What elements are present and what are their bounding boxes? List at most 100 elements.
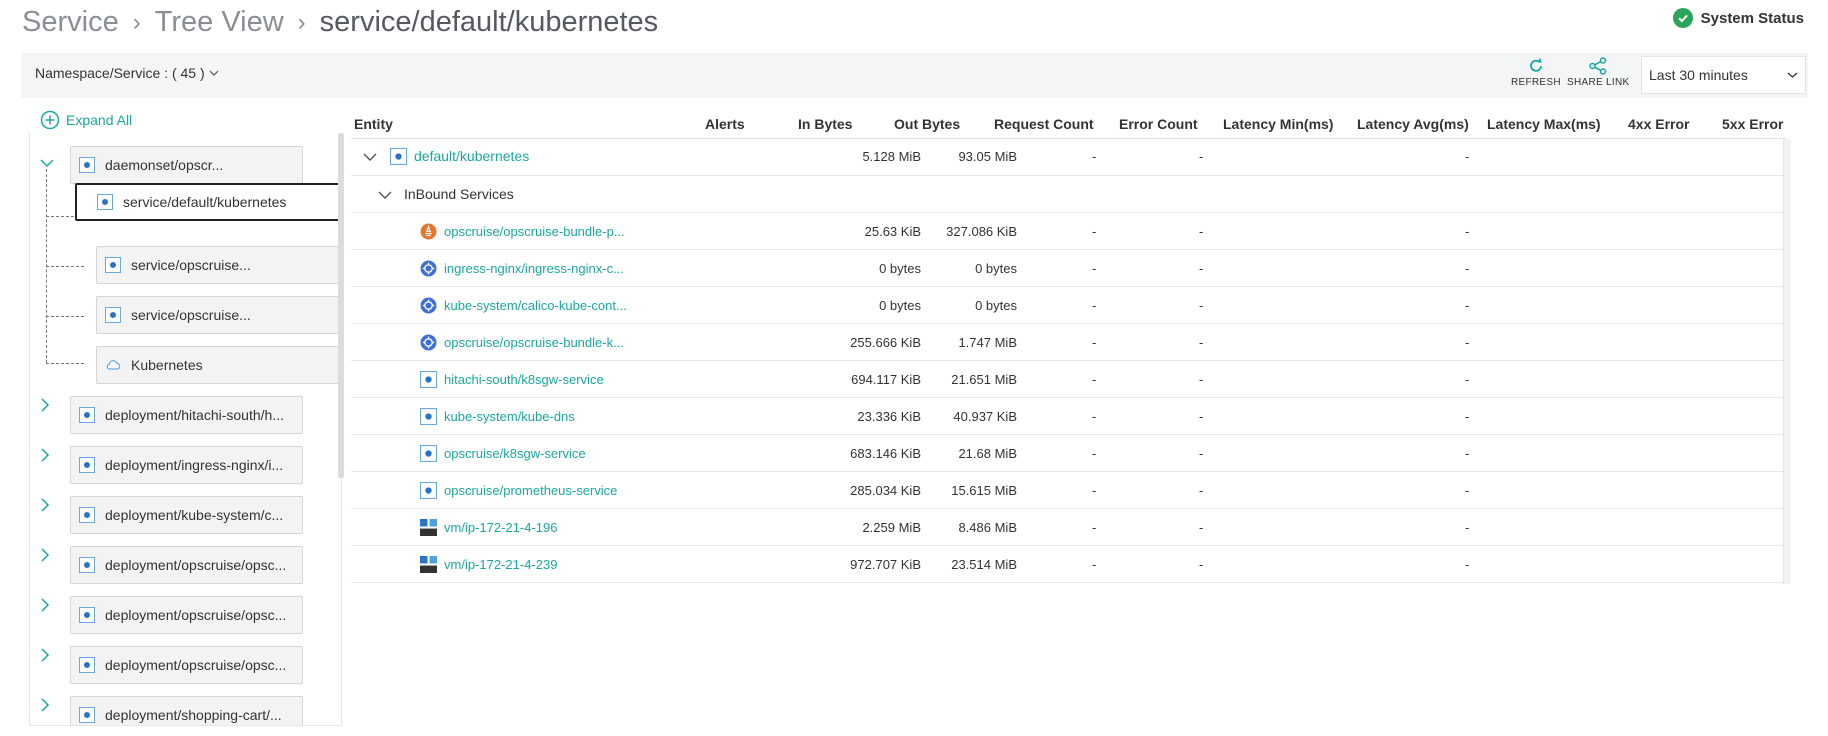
- table-scrollbar[interactable]: [1783, 139, 1791, 584]
- service-icon: [420, 482, 437, 499]
- breadcrumb-service[interactable]: Service: [22, 6, 119, 39]
- table-row[interactable]: opscruise/opscruise-bundle-p... 25.63 Ki…: [351, 213, 1786, 250]
- latency-avg: -: [1465, 149, 1470, 164]
- table-row[interactable]: vm/ip-172-21-4-196 2.259 MiB 8.486 MiB -…: [351, 509, 1786, 546]
- system-status[interactable]: System Status: [1672, 8, 1804, 28]
- tree-node[interactable]: service/opscruise...: [96, 246, 341, 284]
- in-bytes: 25.63 KiB: [864, 224, 921, 239]
- system-status-label: System Status: [1700, 9, 1804, 27]
- tree-node[interactable]: deployment/opscruise/opsc...: [70, 646, 303, 684]
- chevron-right-icon[interactable]: [40, 548, 50, 565]
- entity-link[interactable]: opscruise/prometheus-service: [444, 483, 617, 498]
- time-range-select[interactable]: Last 30 minutes: [1641, 56, 1806, 94]
- request-count: -: [1092, 446, 1097, 461]
- table-row[interactable]: opscruise/opscruise-bundle-k... 255.666 …: [351, 324, 1786, 361]
- column-header[interactable]: Latency Max(ms): [1487, 116, 1601, 132]
- tree-node[interactable]: deployment/shopping-cart/...: [70, 696, 303, 725]
- entity-link[interactable]: vm/ip-172-21-4-239: [444, 557, 557, 572]
- entity-link[interactable]: vm/ip-172-21-4-196: [444, 520, 557, 535]
- workload-icon: [79, 457, 95, 473]
- chevron-right-icon[interactable]: [40, 698, 50, 715]
- tree-node-selected[interactable]: service/default/kubernetes: [75, 183, 341, 221]
- table-group-row[interactable]: InBound Services: [351, 176, 1786, 213]
- table-row[interactable]: ingress-nginx/ingress-nginx-c... 0 bytes…: [351, 250, 1786, 287]
- in-bytes: 5.128 MiB: [862, 149, 921, 164]
- tree-node[interactable]: deployment/ingress-nginx/i...: [70, 446, 303, 484]
- namespace-service-label: Namespace/Service : ( 45 ): [35, 65, 205, 81]
- breadcrumb-current: service/default/kubernetes: [319, 6, 659, 38]
- metrics-table: Entity Alerts In Bytes Out Bytes Request…: [351, 108, 1801, 588]
- tree-node[interactable]: service/opscruise...: [96, 296, 341, 334]
- column-header[interactable]: Error Count: [1119, 116, 1198, 132]
- chevron-right-icon[interactable]: [40, 448, 50, 465]
- entity-link[interactable]: opscruise/opscruise-bundle-p...: [444, 224, 625, 239]
- table-row[interactable]: kube-system/calico-kube-cont... 0 bytes …: [351, 287, 1786, 324]
- entity-link[interactable]: kube-system/calico-kube-cont...: [444, 298, 627, 313]
- entity-link[interactable]: kube-system/kube-dns: [444, 409, 575, 424]
- tree-connector: [46, 363, 84, 364]
- share-link-button[interactable]: SHARE LINK: [1567, 57, 1629, 88]
- refresh-button[interactable]: REFRESH: [1511, 57, 1561, 88]
- tree-node[interactable]: daemonset/opscr...: [70, 146, 303, 184]
- request-count: -: [1092, 483, 1097, 498]
- chevron-right-icon[interactable]: [40, 648, 50, 665]
- chevron-down-icon[interactable]: [378, 190, 392, 200]
- table-row[interactable]: opscruise/prometheus-service 285.034 KiB…: [351, 472, 1786, 509]
- expand-all-button[interactable]: Expand All: [40, 110, 132, 130]
- tree-node[interactable]: Kubernetes: [96, 346, 341, 384]
- table-row[interactable]: opscruise/k8sgw-service 683.146 KiB 21.6…: [351, 435, 1786, 472]
- chevron-right-icon[interactable]: [40, 598, 50, 615]
- tree-node[interactable]: deployment/opscruise/opsc...: [70, 546, 303, 584]
- entity-link[interactable]: opscruise/opscruise-bundle-k...: [444, 335, 624, 350]
- column-header[interactable]: Alerts: [705, 116, 745, 132]
- in-bytes: 683.146 KiB: [850, 446, 921, 461]
- tree-node-label: service/default/kubernetes: [123, 194, 287, 210]
- workload-icon: [79, 657, 95, 673]
- column-header[interactable]: In Bytes: [798, 116, 852, 132]
- namespace-service-dropdown[interactable]: Namespace/Service : ( 45 ): [35, 65, 219, 81]
- tree-node-label: deployment/opscruise/opsc...: [105, 557, 287, 573]
- table-row[interactable]: hitachi-south/k8sgw-service 694.117 KiB …: [351, 361, 1786, 398]
- column-header[interactable]: 5xx Error: [1722, 116, 1783, 132]
- cloud-icon: [106, 360, 121, 370]
- column-header[interactable]: Request Count: [994, 116, 1094, 132]
- tree-scrollbar[interactable]: [338, 133, 344, 478]
- tree-node-label: Kubernetes: [131, 357, 203, 373]
- tree-node-label: deployment/hitachi-south/h...: [105, 407, 284, 423]
- table-row[interactable]: kube-system/kube-dns 23.336 KiB 40.937 K…: [351, 398, 1786, 435]
- table-row[interactable]: vm/ip-172-21-4-239 972.707 KiB 23.514 Mi…: [351, 546, 1786, 583]
- check-circle-icon: [1672, 8, 1693, 28]
- request-count: -: [1092, 520, 1097, 535]
- chevron-down-icon[interactable]: [363, 152, 377, 162]
- tree-node[interactable]: deployment/hitachi-south/h...: [70, 396, 303, 434]
- column-header[interactable]: 4xx Error: [1628, 116, 1689, 132]
- chevron-right-icon[interactable]: [40, 398, 50, 415]
- entity-link[interactable]: default/kubernetes: [414, 148, 529, 164]
- share-link-label: SHARE LINK: [1567, 77, 1630, 88]
- latency-avg: -: [1465, 335, 1470, 350]
- chevron-right-icon[interactable]: [40, 498, 50, 515]
- breadcrumb-tree-view[interactable]: Tree View: [155, 6, 284, 39]
- out-bytes: 40.937 KiB: [953, 409, 1017, 424]
- column-header[interactable]: Entity: [354, 116, 393, 132]
- entity-link[interactable]: hitachi-south/k8sgw-service: [444, 372, 604, 387]
- entity-link[interactable]: opscruise/k8sgw-service: [444, 446, 586, 461]
- entity-link[interactable]: ingress-nginx/ingress-nginx-c...: [444, 261, 624, 276]
- tree-node[interactable]: deployment/kube-system/c...: [70, 496, 303, 534]
- latency-avg: -: [1465, 261, 1470, 276]
- column-header[interactable]: Latency Min(ms): [1223, 116, 1333, 132]
- chevron-down-icon[interactable]: [40, 155, 54, 171]
- error-count: -: [1199, 298, 1204, 313]
- service-icon: [390, 148, 407, 165]
- in-bytes: 0 bytes: [879, 298, 921, 313]
- column-header[interactable]: Out Bytes: [894, 116, 960, 132]
- column-header[interactable]: Latency Avg(ms): [1357, 116, 1469, 132]
- out-bytes: 21.651 MiB: [951, 372, 1017, 387]
- in-bytes: 255.666 KiB: [850, 335, 921, 350]
- table-row-root[interactable]: default/kubernetes 5.128 MiB 93.05 MiB -…: [351, 139, 1786, 176]
- chevron-down-icon: [209, 70, 219, 76]
- chevron-down-icon: [1787, 72, 1798, 78]
- tree-node[interactable]: deployment/opscruise/opsc...: [70, 596, 303, 634]
- latency-avg: -: [1465, 372, 1470, 387]
- error-count: -: [1199, 335, 1204, 350]
